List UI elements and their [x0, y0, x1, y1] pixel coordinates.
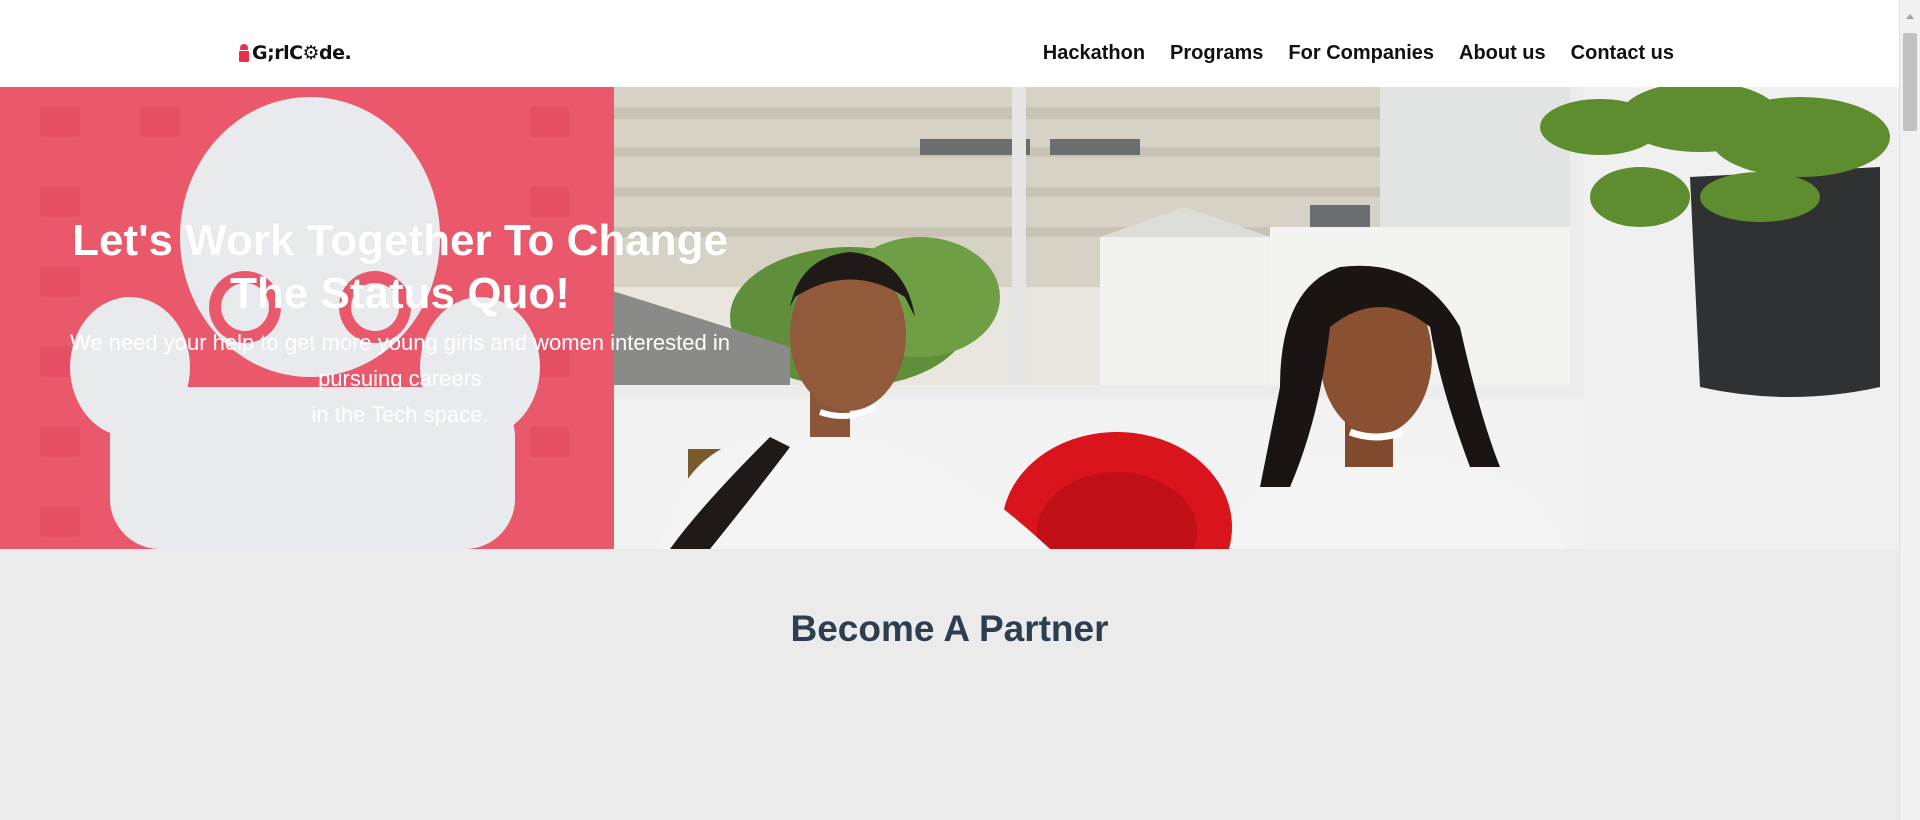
logo-text: G;rlC⚙de. — [252, 42, 352, 64]
nav-about-us[interactable]: About us — [1459, 42, 1546, 65]
hero-subtitle-line3: in the Tech space. — [311, 402, 489, 427]
hero-text: Let's Work Together To Change The Status… — [50, 214, 750, 433]
page-scrollbar[interactable] — [1899, 0, 1920, 820]
hero-subtitle-line2: pursuing careers — [318, 366, 482, 391]
nav-for-companies[interactable]: For Companies — [1288, 42, 1434, 65]
hero-subtitle: We need your help to get more young girl… — [50, 325, 750, 433]
scroll-up-arrow-icon[interactable] — [1906, 14, 1914, 19]
hero-title-line1: Let's Work Together To Change — [72, 216, 728, 265]
nav-contact-us[interactable]: Contact us — [1571, 42, 1674, 65]
girlcode-logo[interactable]: G;rlC⚙de. — [238, 42, 352, 64]
nav-hackathon[interactable]: Hackathon — [1043, 42, 1145, 65]
nav-programs[interactable]: Programs — [1170, 42, 1263, 65]
hero-title-line2: The Status Quo! — [230, 269, 570, 318]
hero-title: Let's Work Together To Change The Status… — [50, 214, 750, 320]
main-nav: Hackathon Programs For Companies About u… — [1043, 42, 1674, 65]
hero-banner: 21 — [0, 87, 1899, 549]
scrollbar-thumb[interactable] — [1903, 33, 1917, 131]
site-header: G;rlC⚙de. Hackathon Programs For Compani… — [0, 0, 1899, 87]
girl-icon — [238, 42, 250, 64]
partner-section-title: Become A Partner — [790, 608, 1109, 649]
hero-subtitle-line1: We need your help to get more young girl… — [70, 330, 730, 355]
